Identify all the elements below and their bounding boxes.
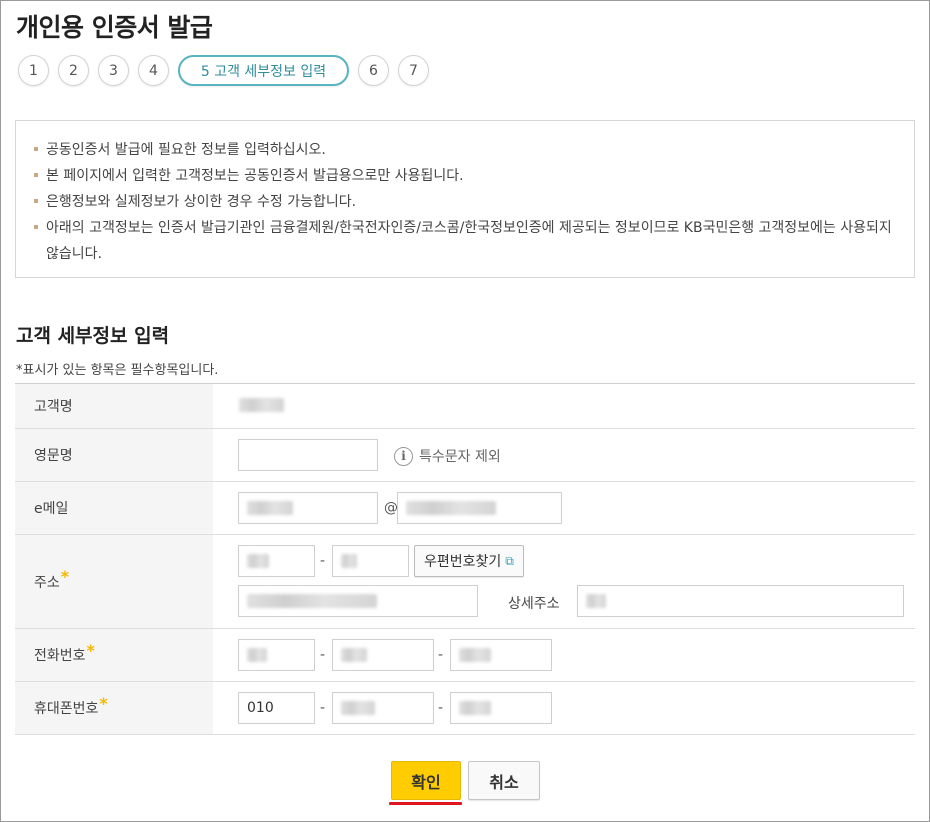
confirm-highlight-underline: [389, 802, 462, 805]
customer-name-label: 고객명: [34, 399, 73, 415]
confirm-button[interactable]: 확인: [391, 761, 461, 800]
address-label: 주소: [34, 574, 60, 591]
required-star-icon: *: [86, 640, 95, 660]
required-star-icon: *: [60, 567, 70, 586]
customer-form: 고객명 영문명 i 특수문자 제외 e메일 @ 주소 * - 우편번호찾기 ⧉ …: [15, 383, 915, 735]
email-label: e메일: [34, 501, 69, 517]
zipcode-second-input[interactable]: [332, 545, 409, 577]
zipcode-search-label: 우편번호찾기: [424, 554, 502, 570]
phone-middle-masked: [341, 648, 367, 662]
required-star-icon: *: [99, 693, 108, 713]
phone-dash-1: -: [320, 647, 326, 663]
mobile-last-input[interactable]: [450, 692, 552, 724]
mobile-first-input[interactable]: 010: [238, 692, 315, 724]
email-id-input[interactable]: [238, 492, 378, 524]
mobile-label: 휴대폰번호: [34, 701, 99, 717]
step-7: 7: [398, 55, 429, 86]
phone-dash-2: -: [438, 647, 444, 663]
notice-item: 은행정보와 실제정보가 상이한 경우 수정 가능합니다.: [34, 189, 898, 215]
section-title: 고객 세부정보 입력: [16, 325, 170, 347]
address-input[interactable]: [238, 585, 478, 617]
mobile-last-masked: [459, 701, 491, 715]
zipcode-first-input[interactable]: [238, 545, 315, 577]
address-masked: [247, 594, 377, 608]
step-4: 4: [138, 55, 169, 86]
phone-first-input[interactable]: [238, 639, 315, 671]
row-address: 주소 * - 우편번호찾기 ⧉ 상세주소: [15, 535, 915, 629]
step-2: 2: [58, 55, 89, 86]
phone-middle-input[interactable]: [332, 639, 434, 671]
english-name-input[interactable]: [238, 439, 378, 471]
english-name-hint: i 특수문자 제외: [394, 446, 501, 466]
zipcode-first-masked: [247, 554, 269, 568]
email-domain-input[interactable]: [397, 492, 562, 524]
page-title: 개인용 인증서 발급: [16, 13, 213, 42]
email-id-masked: [247, 501, 293, 515]
step-6: 6: [358, 55, 389, 86]
external-link-icon: ⧉: [505, 553, 514, 568]
row-customer-name: 고객명: [15, 384, 915, 429]
detail-address-input[interactable]: [577, 585, 904, 617]
zipcode-search-button[interactable]: 우편번호찾기 ⧉: [414, 545, 524, 577]
step-1: 1: [18, 55, 49, 86]
phone-first-masked: [247, 648, 267, 662]
customer-name-value-masked: [239, 398, 284, 412]
phone-last-input[interactable]: [450, 639, 552, 671]
row-mobile: 휴대폰번호 * 010 - -: [15, 682, 915, 735]
phone-label: 전화번호: [34, 648, 86, 664]
step-5-active: 5 고객 세부정보 입력: [178, 55, 349, 86]
english-name-hint-text: 특수문자 제외: [419, 449, 501, 465]
mobile-middle-masked: [341, 701, 375, 715]
email-at-sign: @: [384, 500, 398, 516]
row-phone: 전화번호 * - -: [15, 629, 915, 682]
step-indicator: 1 2 3 4 5 고객 세부정보 입력 6 7: [18, 55, 438, 86]
row-email: e메일 @: [15, 482, 915, 535]
notice-item: 본 페이지에서 입력한 고객정보는 공동인증서 발급용으로만 사용됩니다.: [34, 163, 898, 189]
notice-item: 공동인증서 발급에 필요한 정보를 입력하십시오.: [34, 137, 898, 163]
cancel-button[interactable]: 취소: [468, 761, 540, 800]
zipcode-second-masked: [341, 554, 357, 568]
notice-item: 아래의 고객정보는 인증서 발급기관인 금융결제원/한국전자인증/코스콤/한국정…: [34, 215, 898, 267]
mobile-dash-2: -: [438, 700, 444, 716]
mobile-prefix-value: 010: [247, 700, 274, 716]
detail-address-masked: [586, 594, 606, 608]
zipcode-dash: -: [320, 553, 326, 569]
row-english-name: 영문명 i 특수문자 제외: [15, 429, 915, 482]
detail-address-label: 상세주소: [508, 596, 560, 612]
english-name-label: 영문명: [34, 448, 73, 464]
notice-box: 공동인증서 발급에 필요한 정보를 입력하십시오. 본 페이지에서 입력한 고객…: [15, 120, 915, 278]
required-note: *표시가 있는 항목은 필수항목입니다.: [16, 363, 219, 378]
mobile-middle-input[interactable]: [332, 692, 434, 724]
email-domain-masked: [406, 501, 496, 515]
info-icon: i: [394, 446, 413, 466]
step-3: 3: [98, 55, 129, 86]
mobile-dash-1: -: [320, 700, 326, 716]
phone-last-masked: [459, 648, 491, 662]
